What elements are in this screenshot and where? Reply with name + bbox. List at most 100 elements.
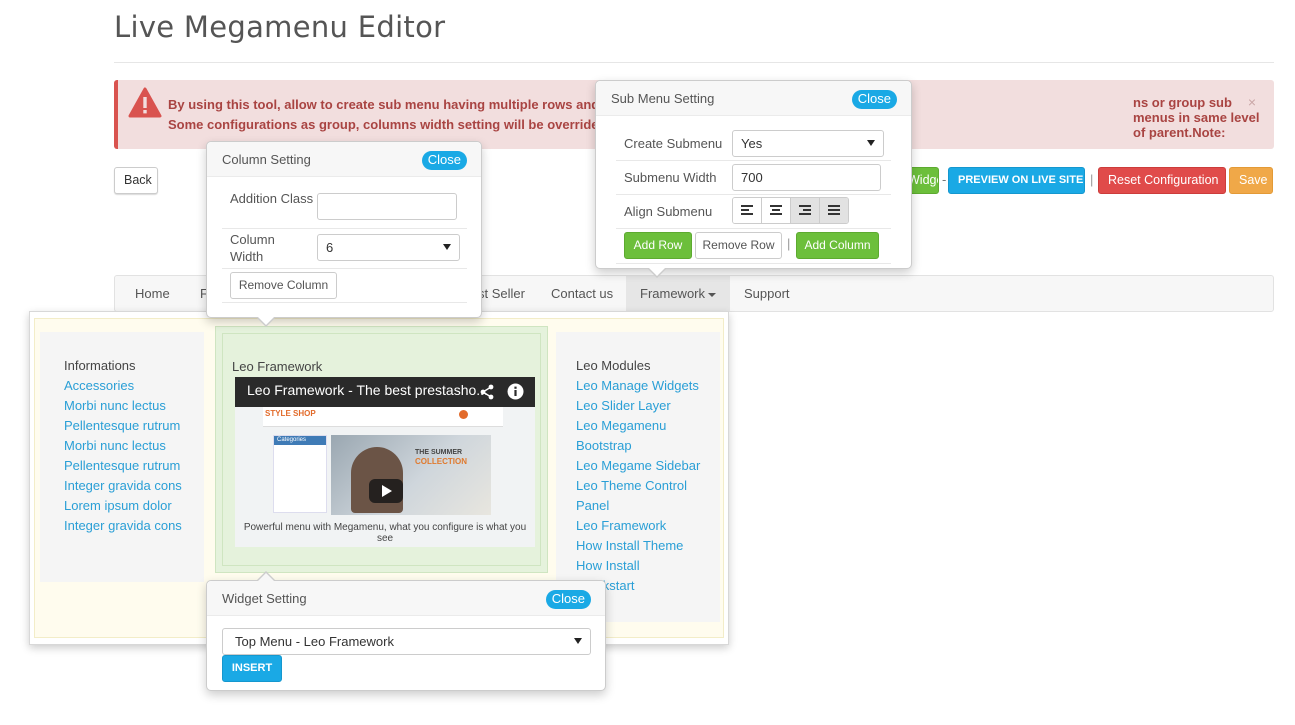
menu-column-informations[interactable]: Informations Accessories Morbi nunc lect… bbox=[40, 332, 204, 582]
thumbnail-summer: THE SUMMER bbox=[415, 449, 463, 456]
align-button-group bbox=[732, 197, 849, 224]
popover-title: Column Setting bbox=[222, 152, 311, 167]
menu-column-leo-modules[interactable]: Leo Modules Leo Manage Widgets Leo Slide… bbox=[556, 332, 720, 622]
alert-line1-left: By using this tool, allow to create sub … bbox=[168, 97, 615, 112]
menu-link[interactable]: Panel bbox=[576, 498, 609, 513]
menu-link[interactable]: Accessories bbox=[64, 378, 134, 393]
menu-link[interactable]: Leo Theme Control bbox=[576, 478, 687, 493]
popover-header: Column Setting Close bbox=[207, 142, 481, 177]
align-right-icon[interactable] bbox=[791, 198, 820, 223]
toolbar-separator: | bbox=[1090, 172, 1094, 187]
video-embed[interactable]: STYLE SHOP Categories THE SUMMER COLLECT… bbox=[235, 377, 535, 547]
column-width-label: Column Width bbox=[230, 232, 275, 264]
row-divider bbox=[616, 228, 891, 229]
submenu-width-input[interactable]: 700 bbox=[732, 164, 881, 191]
thumbnail-hero: THE SUMMER COLLECTION bbox=[331, 435, 491, 515]
row-divider bbox=[222, 302, 467, 303]
column-width-select[interactable]: 6 bbox=[317, 234, 460, 261]
thumbnail-sidebar-head: Categories bbox=[274, 436, 326, 445]
thumbnail-badge bbox=[459, 410, 468, 419]
nav-item-best-seller[interactable]: st Seller bbox=[478, 276, 525, 311]
widget-setting-popover: Widget Setting Close Top Menu - Leo Fram… bbox=[206, 571, 606, 691]
thumbnail-logo: STYLE SHOP bbox=[265, 409, 316, 418]
close-button[interactable]: Close bbox=[421, 151, 467, 170]
popover-arrow-inner bbox=[258, 573, 274, 581]
column-title: Leo Modules bbox=[576, 358, 651, 373]
addition-class-label: Addition Class bbox=[230, 191, 314, 206]
create-submenu-value: Yes bbox=[741, 136, 763, 151]
menu-link[interactable]: Leo Manage Widgets bbox=[576, 378, 699, 393]
column-setting-popover: Column Setting Close Addition Class Colu… bbox=[206, 141, 482, 327]
play-button[interactable] bbox=[369, 479, 403, 503]
nav-item-support[interactable]: Support bbox=[744, 276, 790, 311]
menu-link[interactable]: Morbi nunc lectus bbox=[64, 398, 166, 413]
close-button[interactable]: Close bbox=[851, 90, 897, 109]
addition-class-input[interactable] bbox=[317, 193, 457, 220]
row-divider bbox=[616, 160, 891, 161]
row-divider bbox=[616, 263, 891, 264]
preview-live-site-button[interactable]: PREVIEW ON LIVE SITE bbox=[948, 167, 1085, 194]
save-button[interactable]: Save bbox=[1229, 167, 1273, 194]
info-icon[interactable] bbox=[507, 383, 524, 400]
menu-link[interactable]: Leo Megame Sidebar bbox=[576, 458, 700, 473]
warning-icon bbox=[128, 87, 162, 118]
menu-link[interactable]: Leo Megamenu bbox=[576, 418, 666, 433]
create-submenu-select[interactable]: Yes bbox=[732, 130, 884, 157]
menu-link[interactable]: Integer gravida cons bbox=[64, 518, 182, 533]
popover-header: Widget Setting Close bbox=[207, 581, 605, 616]
widget-select-value: Top Menu - Leo Framework bbox=[235, 634, 394, 649]
menu-link[interactable]: How Install Theme bbox=[576, 538, 683, 553]
thumbnail-sidebar: Categories bbox=[273, 435, 327, 513]
menu-link[interactable]: Integer gravida cons bbox=[64, 478, 182, 493]
nav-item-home[interactable]: Home bbox=[135, 276, 170, 311]
menu-link[interactable]: Bootstrap bbox=[576, 438, 632, 453]
select-caret-icon bbox=[867, 140, 875, 146]
nav-item-contact-us[interactable]: Contact us bbox=[551, 276, 613, 311]
caret-down-icon bbox=[708, 292, 717, 297]
select-caret-icon bbox=[574, 638, 582, 644]
popover-title: Sub Menu Setting bbox=[611, 91, 715, 106]
popover-arrow-inner bbox=[258, 317, 274, 325]
column-width-value: 6 bbox=[326, 240, 334, 255]
video-title[interactable]: Leo Framework - The best prestasho... bbox=[247, 382, 488, 398]
popover-title: Widget Setting bbox=[222, 591, 307, 606]
thumbnail-header: STYLE SHOP bbox=[263, 407, 503, 427]
thumbnail-sidebar-label: Categories bbox=[277, 437, 307, 443]
alert-line2: Some configurations as group, columns wi… bbox=[168, 117, 607, 132]
align-submenu-label: Align Submenu bbox=[624, 204, 713, 219]
close-button[interactable]: Close bbox=[545, 590, 591, 609]
row-divider bbox=[222, 228, 467, 229]
page-title: Live Megamenu Editor bbox=[114, 10, 446, 44]
select-caret-icon bbox=[443, 244, 451, 250]
menu-link[interactable]: Pellentesque rutrum bbox=[64, 458, 180, 473]
reset-configuration-button[interactable]: Reset Configuration bbox=[1098, 167, 1226, 194]
align-left-icon[interactable] bbox=[733, 198, 762, 223]
popover-arrow-inner bbox=[649, 268, 665, 276]
insert-widget-button[interactable]: INSERT bbox=[222, 655, 282, 682]
thumbnail-collection: COLLECTION bbox=[415, 457, 467, 466]
align-center-icon[interactable] bbox=[762, 198, 791, 223]
share-icon[interactable] bbox=[479, 384, 495, 400]
menu-link[interactable]: Morbi nunc lectus bbox=[64, 438, 166, 453]
column-title: Informations bbox=[64, 358, 136, 373]
play-icon bbox=[382, 485, 392, 497]
widget-select[interactable]: Top Menu - Leo Framework bbox=[222, 628, 591, 655]
remove-row-button[interactable]: Remove Row bbox=[695, 232, 782, 259]
add-row-button[interactable]: Add Row bbox=[624, 232, 692, 259]
menu-link[interactable]: Leo Framework bbox=[576, 518, 666, 533]
nav-item-framework[interactable]: Framework bbox=[626, 276, 731, 311]
remove-column-button[interactable]: Remove Column bbox=[230, 272, 337, 299]
submenu-setting-popover: Sub Menu Setting Close Create Submenu Ye… bbox=[595, 80, 912, 278]
menu-link[interactable]: Pellentesque rutrum bbox=[64, 418, 180, 433]
column-title: Leo Framework bbox=[232, 359, 323, 374]
back-button[interactable]: Back bbox=[114, 167, 158, 194]
alert-close-icon[interactable]: × bbox=[1248, 94, 1256, 110]
video-titlebar: Leo Framework - The best prestasho... bbox=[235, 377, 535, 407]
submenu-width-label: Submenu Width bbox=[624, 170, 717, 185]
menu-link[interactable]: Leo Slider Layer bbox=[576, 398, 671, 413]
menu-link[interactable]: How Install bbox=[576, 558, 640, 573]
row-divider bbox=[616, 194, 891, 195]
add-column-button[interactable]: Add Column bbox=[796, 232, 879, 259]
align-justify-icon[interactable] bbox=[820, 198, 848, 223]
menu-link[interactable]: Lorem ipsum dolor bbox=[64, 498, 172, 513]
